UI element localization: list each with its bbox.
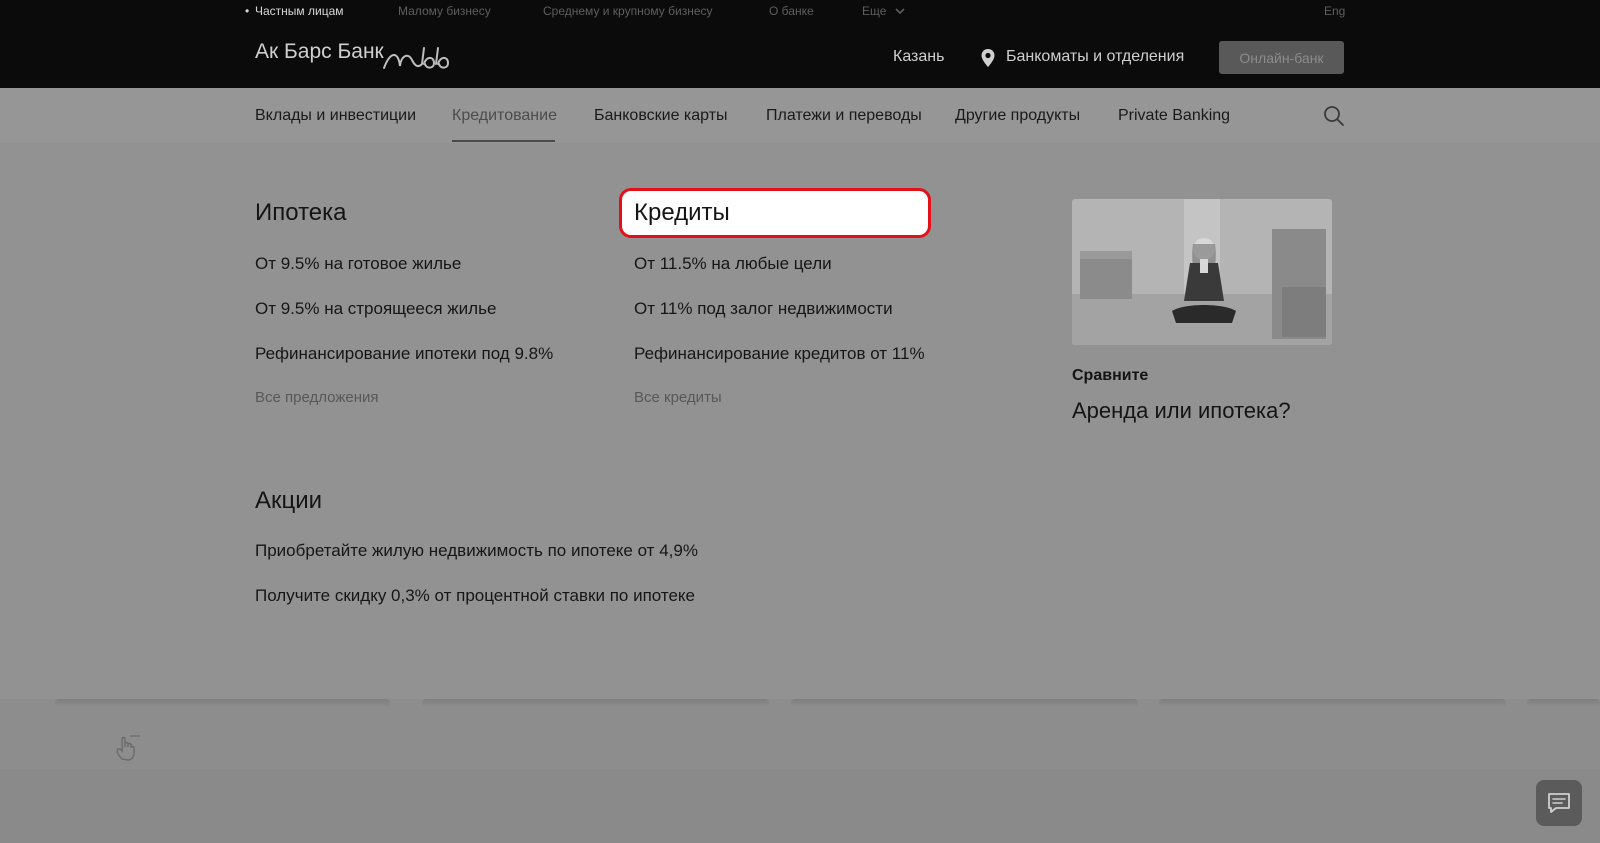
page-content-behind-overlay (0, 699, 1600, 769)
active-tab-underline (452, 140, 555, 142)
atm-branches-link[interactable]: Банкоматы и отделения (1006, 48, 1184, 66)
search-icon[interactable] (1323, 105, 1345, 127)
mortgage-link-refinance[interactable]: Рефинансирование ипотеки под 9.8% (255, 344, 553, 364)
credits-title[interactable]: Кредиты (634, 199, 730, 227)
mortgage-link-under-construction[interactable]: От 9.5% на строящееся жилье (255, 299, 496, 319)
nav-payments[interactable]: Платежи и переводы (766, 107, 922, 125)
promo-link-mortgage-rate[interactable]: Приобретайте жилую недвижимость по ипоте… (255, 541, 698, 561)
bank-logo-mark (383, 47, 450, 69)
promo-kicker: Сравните (1072, 367, 1149, 384)
segment-private[interactable]: Частным лицам (245, 4, 343, 18)
chevron-down-icon (895, 8, 905, 15)
woman-boxes-illustration (1072, 199, 1332, 345)
card-shadow (422, 699, 769, 707)
chat-button[interactable] (1536, 780, 1582, 826)
segment-medium-large-business[interactable]: Среднему и крупному бизнесу (543, 4, 713, 18)
page-bottom-area (0, 769, 1600, 843)
location-pin-icon (981, 49, 995, 67)
card-shadow (1159, 699, 1506, 707)
card-shadow (55, 699, 390, 707)
mortgage-link-ready-housing[interactable]: От 9.5% на готовое жилье (255, 254, 461, 274)
mortgage-all-offers-link[interactable]: Все предложения (255, 389, 379, 406)
chat-icon (1548, 793, 1570, 813)
segment-more[interactable]: Еще (862, 4, 905, 18)
credits-link-any-purpose[interactable]: От 11.5% на любые цели (634, 254, 832, 274)
promo-title[interactable]: Аренда или ипотека? (1072, 398, 1291, 424)
nav-other-products[interactable]: Другие продукты (955, 107, 1080, 125)
nav-lending[interactable]: Кредитование (452, 107, 557, 125)
city-selector[interactable]: Казань (893, 48, 944, 66)
nav-private-banking[interactable]: Private Banking (1118, 107, 1230, 125)
segment-small-business[interactable]: Малому бизнесу (398, 4, 491, 18)
promo-image[interactable] (1072, 199, 1332, 345)
mortgage-title[interactable]: Ипотека (255, 199, 347, 227)
credits-all-link[interactable]: Все кредиты (634, 389, 722, 406)
credits-link-refinance[interactable]: Рефинансирование кредитов от 11% (634, 344, 925, 364)
segment-about[interactable]: О банке (769, 4, 814, 18)
top-bar: Частным лицам Малому бизнесу Среднему и … (0, 0, 1600, 88)
promo-link-discount[interactable]: Получите скидку 0,3% от процентной ставк… (255, 586, 695, 606)
credits-link-secured[interactable]: От 11% под залог недвижимости (634, 299, 893, 319)
bank-logo-text[interactable]: Ак Барс Банк (255, 40, 384, 64)
segment-more-label: Еще (862, 4, 887, 18)
online-bank-button[interactable]: Онлайн-банк (1219, 41, 1344, 74)
card-shadow (791, 699, 1138, 707)
card-shadow (1527, 699, 1600, 707)
main-nav: Вклады и инвестиции Кредитование Банковс… (0, 88, 1600, 144)
hand-swipe-icon (116, 735, 140, 761)
nav-deposits[interactable]: Вклады и инвестиции (255, 107, 416, 125)
promotions-title: Акции (255, 487, 323, 514)
language-switch[interactable]: Eng (1324, 4, 1345, 18)
nav-bank-cards[interactable]: Банковские карты (594, 107, 728, 125)
